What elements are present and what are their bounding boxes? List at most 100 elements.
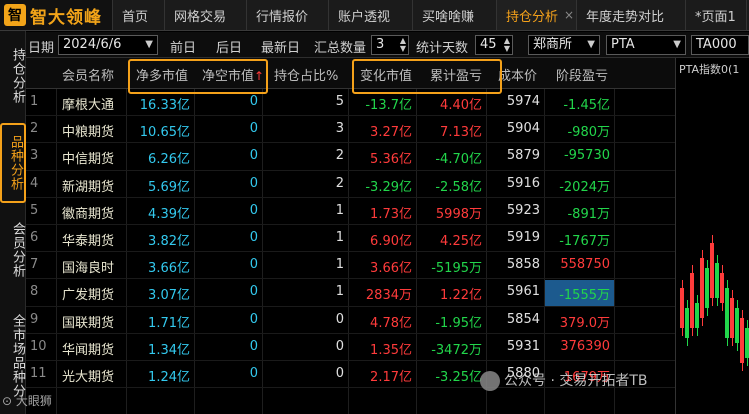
table-row[interactable]: 9 国联期货 1.71亿 0 0 4.78亿 -1.95亿 5854 379.0万 <box>26 307 675 334</box>
chevron-down-icon: ▼ <box>673 39 681 50</box>
prev-day-button[interactable]: 前日 <box>170 37 196 56</box>
table-row[interactable]: 7 国海良时 3.66亿 0 1 3.66亿 -5195万 5858 558750 <box>26 252 675 280</box>
side-tab-member-analysis[interactable]: 会员分析 <box>0 211 26 289</box>
cell-member-name: 新湖期货 <box>62 179 115 195</box>
logo-icon: 智 <box>4 4 26 26</box>
candle-wick <box>726 280 728 346</box>
chevron-down-icon: ▼ <box>587 39 595 50</box>
table-row[interactable]: 8 广发期货 3.07亿 0 1 2834万 1.22亿 5961 -1555万 <box>26 279 675 307</box>
cell-net-short: 0 <box>249 121 258 137</box>
table-header: 会员名称 净多市值 净空市值↑ 持仓占比% 变化市值 累计盈亏 成本价 阶段盈亏 <box>26 58 675 89</box>
cell-stage-pnl: 379.0万 <box>559 315 610 331</box>
contract-input[interactable]: TA000 <box>691 35 749 55</box>
candle-wick <box>696 295 698 336</box>
tab-quotes[interactable]: 行情报价 <box>247 0 329 30</box>
cell-change-value: 5.36亿 <box>370 152 412 168</box>
tab-yearly-trend[interactable]: 年度走势对比 <box>577 0 686 30</box>
cell-row-number: 3 <box>30 148 39 164</box>
cell-member-name: 国联期货 <box>62 315 115 331</box>
candle-wick <box>721 265 723 311</box>
candle-wick <box>686 300 688 346</box>
tab-page1[interactable]: *页面1 <box>686 0 747 30</box>
logo-text: 智大领峰 <box>30 7 102 28</box>
cell-cumulative-pnl: -5195万 <box>431 261 482 277</box>
exchange-select[interactable]: 郑商所 ▼ <box>528 35 600 55</box>
col-member-name[interactable]: 会员名称 <box>62 65 114 84</box>
cell-net-short: 0 <box>249 284 258 300</box>
cell-cost-price: 5904 <box>506 121 540 137</box>
table-row[interactable]: 5 徽商期货 4.39亿 0 1 1.73亿 5998万 5923 -891万 <box>26 198 675 225</box>
table-row[interactable]: 1 摩根大通 16.33亿 0 5 -13.7亿 4.40亿 5974 -1.45亿 <box>26 89 675 117</box>
table-row[interactable]: 2 中粮期货 10.65亿 0 3 3.27亿 7.13亿 5904 -980万 <box>26 116 675 144</box>
cell-position-ratio: 1 <box>335 202 344 218</box>
tab-label: *页面1 <box>695 9 736 25</box>
cell-net-long: 5.69亿 <box>148 179 190 195</box>
watermark-text: 公众号 · 交易开拓者TB <box>504 373 648 389</box>
tab-account[interactable]: 账户透视 <box>329 0 413 30</box>
side-tab-position-analysis[interactable]: 持仓分析 <box>0 37 26 115</box>
next-day-button[interactable]: 后日 <box>216 37 242 56</box>
cell-change-value: 3.27亿 <box>370 125 412 141</box>
tab-position-analysis[interactable]: 持仓分析 × <box>497 0 577 30</box>
table-row[interactable]: 10 华闻期货 1.34亿 0 0 1.35亿 -3472万 5931 376390 <box>26 334 675 361</box>
cell-position-ratio: 1 <box>335 257 344 273</box>
corner-watermark: ⊙ 大眼狮 <box>2 392 52 409</box>
tab-label: 持仓分析 <box>506 9 559 25</box>
date-picker[interactable]: 2024/6/6 ▼ <box>58 35 158 55</box>
top-tab-bar: 智 智大领峰 首页 网格交易 行情报价 账户透视 买啥啥赚 持仓分析 × 年度走势… <box>0 0 749 31</box>
cell-stage-pnl: -891万 <box>567 206 610 222</box>
tab-grid-trading[interactable]: 网格交易 <box>165 0 247 30</box>
col-cost-price[interactable]: 成本价 <box>498 65 537 84</box>
sum-count-value: 3 <box>376 37 385 52</box>
tab-buy-earn[interactable]: 买啥啥赚 <box>413 0 497 30</box>
latest-day-button[interactable]: 最新日 <box>261 37 300 56</box>
cell-net-short: 0 <box>249 148 258 164</box>
table-row[interactable]: 6 华泰期货 3.82亿 0 1 6.90亿 4.25亿 5919 -1767万 <box>26 225 675 253</box>
product-select[interactable]: PTA ▼ <box>606 35 686 55</box>
cell-position-ratio: 0 <box>335 366 344 381</box>
cell-cumulative-pnl: 1.22亿 <box>440 288 482 304</box>
cell-net-long: 4.39亿 <box>148 206 190 222</box>
cell-stage-pnl: -95730 <box>563 148 610 164</box>
cell-position-ratio: 0 <box>335 338 344 354</box>
cell-stage-pnl: -980万 <box>567 125 610 141</box>
spinner-icon[interactable]: ▲ ▼ <box>504 37 510 53</box>
cell-position-ratio: 5 <box>335 94 344 109</box>
cell-row-number: 9 <box>30 311 39 327</box>
tab-home[interactable]: 首页 <box>113 0 165 30</box>
candle-wick <box>746 320 748 366</box>
cell-change-value: -3.29亿 <box>365 179 412 195</box>
corner-watermark-text: 大眼狮 <box>15 394 52 408</box>
side-tab-product-analysis[interactable]: 品种分析 <box>0 123 26 203</box>
cell-member-name: 中信期货 <box>62 152 115 168</box>
table-row[interactable]: 4 新湖期货 5.69亿 0 2 -3.29亿 -2.58亿 5916 -2024万 <box>26 171 675 198</box>
close-icon[interactable]: × <box>564 8 574 22</box>
cell-cumulative-pnl: -3472万 <box>431 342 482 358</box>
cell-change-value: 4.78亿 <box>370 315 412 331</box>
chevron-down-icon: ▼ <box>145 39 153 50</box>
cell-member-name: 徽商期货 <box>62 206 115 222</box>
cell-net-short: 0 <box>249 311 258 327</box>
cell-cost-price: 5974 <box>506 94 540 109</box>
sum-count-stepper[interactable]: 3 ▲ ▼ <box>371 35 409 55</box>
wechat-icon <box>480 371 500 391</box>
spinner-icon[interactable]: ▲ ▼ <box>400 37 406 53</box>
candle-wick <box>711 235 713 306</box>
index-chart-panel: PTA指数0(1 <box>675 58 749 414</box>
stat-days-stepper[interactable]: 45 ▲ ▼ <box>475 35 513 55</box>
table-row[interactable]: 3 中信期货 6.26亿 0 2 5.36亿 -4.70亿 5879 -95730 <box>26 143 675 171</box>
cell-stage-pnl: -1.45亿 <box>563 98 610 113</box>
col-stage-pnl[interactable]: 阶段盈亏 <box>556 65 608 84</box>
cell-cumulative-pnl: -2.58亿 <box>435 179 482 195</box>
cell-stage-pnl: -1767万 <box>559 234 610 249</box>
cell-cumulative-pnl: 4.40亿 <box>440 98 482 113</box>
col-position-ratio[interactable]: 持仓占比% <box>274 65 338 84</box>
cell-stage-pnl: -2024万 <box>559 179 610 195</box>
cell-row-number: 10 <box>30 338 47 354</box>
cell-row-number: 11 <box>30 366 47 381</box>
cell-change-value: 1.35亿 <box>370 342 412 358</box>
cell-change-value: -13.7亿 <box>365 98 412 113</box>
cell-net-short: 0 <box>249 202 258 218</box>
cell-member-name: 国海良时 <box>62 261 115 277</box>
cell-change-value: 1.73亿 <box>370 206 412 222</box>
